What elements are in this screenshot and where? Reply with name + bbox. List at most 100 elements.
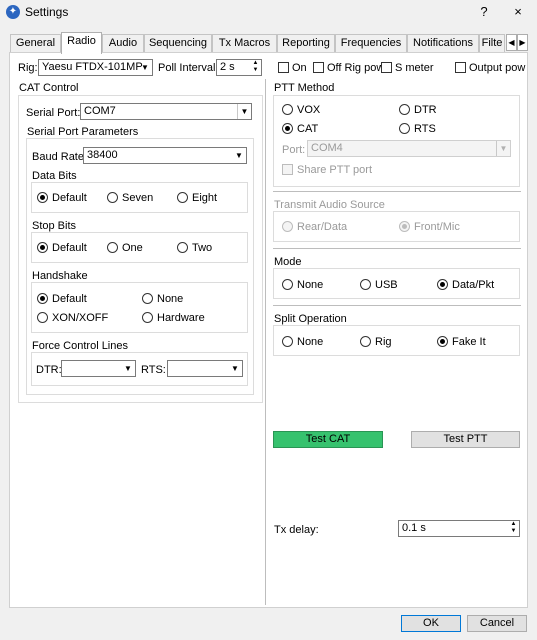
share-ptt-checkbox[interactable] — [282, 164, 293, 175]
title-bar: ✦ Settings ? × — [0, 0, 537, 24]
spin-down-icon[interactable]: ▼ — [508, 528, 519, 535]
tab-reporting[interactable]: Reporting — [277, 34, 335, 53]
stop-bits-title: Stop Bits — [32, 220, 77, 232]
ptt-vox-radio[interactable] — [282, 104, 293, 115]
handshake-default-radio[interactable] — [37, 293, 48, 304]
cancel-button[interactable]: Cancel — [467, 615, 527, 632]
test-cat-button[interactable]: Test CAT — [273, 431, 383, 448]
ptt-port-label: Port: — [282, 144, 306, 156]
data-bits-seven-radio[interactable] — [107, 192, 118, 203]
on-checkbox[interactable] — [278, 62, 289, 73]
tab-notifications[interactable]: Notifications — [407, 34, 479, 53]
chevron-down-icon: ▼ — [124, 364, 132, 373]
chevron-down-icon: ▼ — [231, 364, 239, 373]
stop-bits-default-radio[interactable] — [37, 242, 48, 253]
tab-radio[interactable]: Radio — [61, 32, 102, 54]
cat-control-title: CAT Control — [19, 82, 79, 94]
split-none-radio[interactable] — [282, 336, 293, 347]
ptt-dtr-label: DTR — [414, 104, 437, 116]
stop-bits-default-label: Default — [52, 242, 87, 254]
baud-rate-select[interactable]: 38400 ▼ — [83, 147, 247, 164]
data-bits-eight-radio[interactable] — [177, 192, 188, 203]
chevron-down-icon: ▼ — [141, 63, 149, 72]
tab-bar: General Radio Audio Sequencing Tx Macros… — [0, 32, 537, 54]
ok-button[interactable]: OK — [401, 615, 461, 632]
spin-down-icon[interactable]: ▼ — [250, 67, 261, 74]
help-button[interactable]: ? — [470, 2, 498, 22]
data-bits-eight-label: Eight — [192, 192, 218, 204]
split-rig-radio[interactable] — [360, 336, 371, 347]
s-meter-label: S meter — [395, 62, 434, 74]
poll-interval-spinbox[interactable]: 2 s ▲ ▼ — [216, 59, 262, 76]
ptt-cat-radio[interactable] — [282, 123, 293, 134]
ptt-rts-radio[interactable] — [399, 123, 410, 134]
serial-port-label: Serial Port: — [26, 107, 81, 119]
split-none-label: None — [297, 336, 324, 348]
output-pow-label: Output pow — [469, 62, 526, 74]
split-fake-it-radio[interactable] — [437, 336, 448, 347]
off-rig-pow-checkbox[interactable] — [313, 62, 324, 73]
mode-none-radio[interactable] — [282, 279, 293, 290]
tab-audio[interactable]: Audio — [102, 34, 144, 53]
handshake-none-radio[interactable] — [142, 293, 153, 304]
ptt-vox-label: VOX — [297, 104, 321, 116]
radio-tab-panel: Rig: Yaesu FTDX-101MP ▼ Poll Interval: 2… — [9, 52, 528, 608]
data-bits-default-label: Default — [52, 192, 87, 204]
separator — [273, 305, 521, 306]
ptt-dtr-radio[interactable] — [399, 104, 410, 115]
tx-delay-spinbox[interactable]: 0.1 s ▲ ▼ — [398, 520, 520, 537]
tab-sequencing[interactable]: Sequencing — [144, 34, 212, 53]
separator — [273, 191, 521, 192]
rts-label: RTS: — [141, 364, 166, 376]
rig-select[interactable]: Yaesu FTDX-101MP ▼ — [38, 59, 153, 76]
poll-interval-value: 2 s — [220, 61, 235, 73]
tx-audio-front-label: Front/Mic — [414, 221, 460, 233]
handshake-hardware-label: Hardware — [157, 312, 205, 324]
mode-none-label: None — [297, 279, 324, 291]
dtr-select[interactable]: ▼ — [61, 360, 136, 377]
output-pow-checkbox[interactable] — [455, 62, 466, 73]
mode-usb-radio[interactable] — [360, 279, 371, 290]
mode-data-pkt-radio[interactable] — [437, 279, 448, 290]
stop-bits-two-radio[interactable] — [177, 242, 188, 253]
handshake-title: Handshake — [32, 270, 88, 282]
data-bits-default-radio[interactable] — [37, 192, 48, 203]
tab-filters[interactable]: Filte — [479, 34, 505, 53]
tab-tx-macros[interactable]: Tx Macros — [212, 34, 277, 53]
test-ptt-button[interactable]: Test PTT — [411, 431, 520, 448]
ptt-method-title: PTT Method — [274, 82, 335, 94]
tx-audio-front-radio[interactable] — [399, 221, 410, 232]
window-title: Settings — [25, 5, 69, 19]
tab-scroll-right-icon[interactable]: ▶ — [517, 34, 528, 51]
dtr-label: DTR: — [36, 364, 62, 376]
data-bits-seven-label: Seven — [122, 192, 154, 204]
close-button[interactable]: × — [504, 2, 532, 22]
handshake-group — [31, 282, 248, 333]
mode-usb-label: USB — [375, 279, 398, 291]
on-label: On — [292, 62, 307, 74]
tab-scroll-left-icon[interactable]: ◀ — [506, 34, 517, 51]
split-rig-label: Rig — [375, 336, 392, 348]
handshake-xonxoff-label: XON/XOFF — [52, 312, 109, 324]
handshake-none-label: None — [157, 293, 184, 305]
separator — [273, 248, 521, 249]
s-meter-checkbox[interactable] — [381, 62, 392, 73]
spin-up-icon[interactable]: ▲ — [250, 60, 261, 67]
tx-audio-rear-radio[interactable] — [282, 221, 293, 232]
mode-title: Mode — [274, 256, 302, 268]
rig-label: Rig: — [18, 62, 38, 74]
handshake-hardware-radio[interactable] — [142, 312, 153, 323]
handshake-default-label: Default — [52, 293, 87, 305]
tab-frequencies[interactable]: Frequencies — [335, 34, 407, 53]
tab-general[interactable]: General — [10, 34, 61, 53]
serial-params-title: Serial Port Parameters — [27, 126, 139, 138]
spin-up-icon[interactable]: ▲ — [508, 521, 519, 528]
ptt-port-select[interactable]: COM4 ▼ — [307, 140, 511, 157]
ptt-port-value: COM4 — [311, 142, 343, 154]
rts-select[interactable]: ▼ — [167, 360, 243, 377]
serial-port-select[interactable]: COM7 ▼ — [80, 103, 252, 120]
column-divider — [265, 79, 266, 605]
chevron-down-icon: ▼ — [235, 151, 243, 160]
handshake-xonxoff-radio[interactable] — [37, 312, 48, 323]
stop-bits-one-radio[interactable] — [107, 242, 118, 253]
